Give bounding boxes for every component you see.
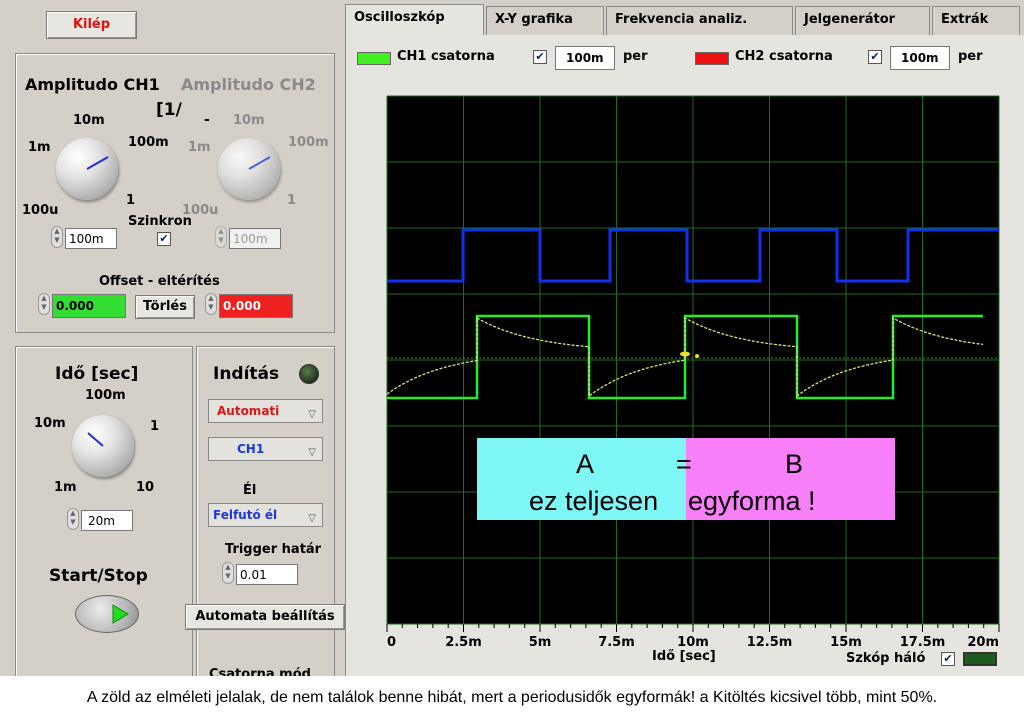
ch1-amp-field[interactable]: 100m — [65, 228, 117, 249]
ch1-offset-spinner[interactable]: ▲ ▼ — [38, 293, 50, 315]
x-axis-labels: 0 2.5m 5m 7.5m 10m 12.5m 15m 17.5m 20m — [387, 635, 999, 650]
x-tick-label: 5m — [529, 635, 552, 650]
ch1-unit-label: per — [623, 49, 648, 64]
ch2-tick-1m: 1m — [188, 140, 211, 155]
ch2-color-swatch — [695, 52, 729, 65]
chevron-down-icon: ▽ — [308, 513, 316, 524]
grid-color-swatch — [963, 652, 997, 666]
tab-signal-generator[interactable]: Jelgenerátor — [795, 6, 930, 36]
unit-dash: - — [204, 112, 210, 128]
x-axis-title: Idő [sec] — [652, 649, 716, 664]
tab-xy-graph[interactable]: X-Y grafika — [486, 6, 604, 36]
trigger-level-spinner[interactable]: ▲ ▼ — [222, 562, 234, 584]
time-tick-1: 1 — [150, 419, 160, 434]
ch2-amp-field[interactable]: 100m — [229, 228, 281, 249]
ch2-offset-field[interactable]: 0.000 — [219, 294, 293, 318]
ch2-amp-spinner[interactable]: ▲ ▼ — [215, 226, 227, 248]
chevron-down-icon: ▽ — [308, 447, 316, 458]
ch2-scale-field[interactable]: 100m — [890, 46, 950, 70]
amplitude-ch2-knob[interactable] — [218, 138, 280, 200]
time-field[interactable]: 20m — [81, 510, 133, 531]
x-tick-label: 0 — [387, 635, 396, 650]
start-stop-button[interactable] — [75, 595, 139, 633]
trigger-source-value: CH1 — [237, 442, 265, 456]
ch2-checkbox[interactable]: ✔ — [868, 50, 882, 64]
time-spinner[interactable]: ▲ ▼ — [67, 508, 79, 530]
x-tick-label: 15m — [830, 635, 862, 650]
oscilloscope-app: Kilép Amplitudo CH1 Amplitudo CH2 [1/ - … — [0, 0, 1024, 676]
trigger-marker-dot — [695, 354, 699, 358]
auto-setup-button[interactable]: Automata beállítás — [185, 604, 345, 630]
trigger-source-dropdown[interactable]: CH1 ▽ — [208, 437, 323, 461]
annotation-a: A — [576, 449, 595, 479]
clear-offset-button[interactable]: Törlés — [135, 295, 195, 319]
offset-label: Offset - eltérítés — [99, 274, 220, 289]
ch2-unit-label: per — [958, 49, 983, 64]
trigger-title: Indítás — [213, 364, 280, 384]
trigger-edge-dropdown[interactable]: Felfutó él ▽ — [208, 503, 323, 527]
ch1-scale-field[interactable]: 100m — [555, 46, 615, 70]
ch1-checkbox[interactable]: ✔ — [533, 50, 547, 64]
channel-mode-label: Csatorna mód — [209, 667, 311, 676]
ch2-tick-100m: 100m — [288, 135, 329, 150]
amplitude-ch1-knob[interactable] — [56, 138, 118, 200]
tab-extras[interactable]: Extrák — [932, 6, 1020, 36]
ch1-offset-field[interactable]: 0.000 — [52, 294, 126, 318]
tab-oscilloscope[interactable]: Oscilloszkóp — [345, 4, 484, 36]
trigger-mode-dropdown[interactable]: Automati ▽ — [208, 399, 323, 423]
time-tick-1m: 1m — [54, 480, 77, 495]
x-tick-label: 12.5m — [747, 635, 793, 650]
exit-button[interactable]: Kilép — [46, 11, 137, 39]
edge-label: Él — [243, 483, 257, 498]
caption-text: A zöld az elméleti jelalak, de nem talál… — [0, 676, 1024, 724]
amplitude-ch1-title: Amplitudo CH1 — [25, 75, 160, 94]
trigger-indicator-led — [299, 364, 319, 384]
ch2-tick-1: 1 — [287, 193, 297, 208]
sync-label: Szinkron — [128, 214, 192, 229]
annotation-equals: = — [676, 449, 692, 479]
amplitude-ch2-title: Amplitudo CH2 — [181, 75, 316, 94]
time-title: Idő [sec] — [55, 364, 139, 384]
start-stop-label: Start/Stop — [49, 566, 148, 586]
ch2-label: CH2 csatorna — [735, 49, 833, 64]
x-tick-label: 2.5m — [445, 635, 482, 650]
annotation-b: B — [785, 449, 804, 479]
oscilloscope-display[interactable]: 0 2.5m 5m 7.5m 10m 12.5m 15m 17.5m 20m — [355, 84, 1024, 676]
time-tick-100m: 100m — [85, 388, 126, 403]
ch1-tick-10m: 10m — [73, 113, 105, 128]
trigger-marker — [680, 351, 690, 357]
ch1-tick-100u: 100u — [22, 203, 59, 218]
time-knob[interactable] — [72, 415, 134, 477]
sync-checkbox[interactable]: ✔ — [157, 232, 171, 246]
chevron-down-icon: ▽ — [308, 409, 316, 420]
trigger-level-label: Trigger határ — [225, 542, 322, 557]
tab-frequency-analysis[interactable]: Frekvencia analiz. — [606, 6, 793, 36]
time-tick-10m: 10m — [34, 416, 66, 431]
ch1-label: CH1 csatorna — [397, 49, 495, 64]
ch1-tick-100m: 100m — [128, 135, 169, 150]
ch2-tick-10m: 10m — [233, 113, 265, 128]
ch1-tick-1: 1 — [126, 193, 136, 208]
x-tick-label: 20m — [967, 635, 999, 650]
ch1-color-swatch — [357, 52, 391, 65]
grid-toggle-label: Szkóp háló — [846, 651, 926, 666]
x-tick-label: 17.5m — [900, 635, 946, 650]
x-tick-label: 7.5m — [598, 635, 635, 650]
annotation-right-text: egyforma ! — [688, 486, 816, 516]
time-tick-10: 10 — [136, 480, 155, 495]
amplitude-unit: [1/ — [156, 100, 182, 120]
trigger-mode-value: Automati — [217, 404, 280, 418]
ch2-offset-spinner[interactable]: ▲ ▼ — [205, 293, 217, 315]
grid-checkbox[interactable]: ✔ — [941, 652, 955, 666]
trigger-edge-value: Felfutó él — [213, 508, 278, 522]
x-tick-label: 10m — [677, 635, 709, 650]
annotation-left-text: ez teljesen — [529, 486, 659, 516]
trigger-level-field[interactable]: 0.01 — [236, 564, 298, 585]
ch1-amp-spinner[interactable]: ▲ ▼ — [51, 226, 63, 248]
ch1-tick-1m: 1m — [28, 140, 51, 155]
